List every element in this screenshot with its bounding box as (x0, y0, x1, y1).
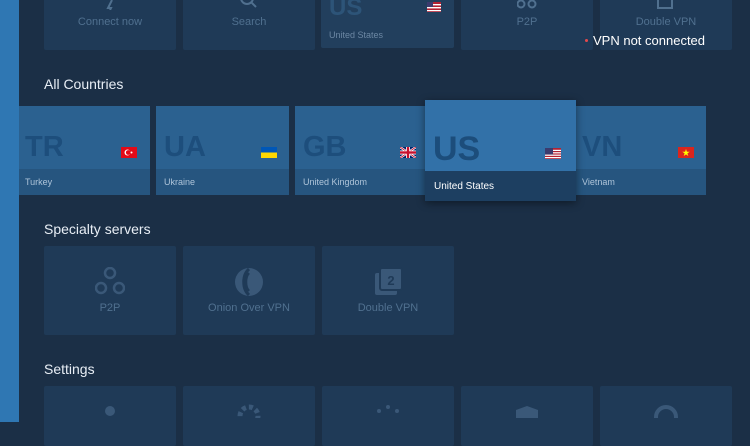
double-vpn-quick-label: Double VPN (635, 16, 697, 28)
country-code: UA (164, 131, 206, 163)
country-code: VN (582, 131, 623, 163)
country-name: Turkey (25, 177, 53, 187)
country-card-united-states[interactable]: US United States (425, 100, 576, 201)
recent-country-name: United States (329, 30, 384, 40)
svg-text:2: 2 (387, 273, 394, 288)
onion-icon (235, 267, 263, 297)
side-panel-edge (0, 0, 19, 422)
specialty-double-vpn-tile[interactable]: 2 Double VPN (322, 246, 454, 335)
search-tile[interactable]: Search (183, 0, 315, 50)
connection-status-text: VPN not connected (593, 33, 706, 48)
support-icon (654, 405, 678, 418)
settings-title: Settings (44, 361, 95, 377)
connect-now-tile[interactable]: Connect now (44, 0, 176, 50)
uk-flag-icon (400, 147, 416, 158)
country-card-ukraine[interactable]: UA Ukraine (156, 106, 289, 195)
p2p-icon (95, 267, 125, 295)
us-flag-icon (545, 148, 561, 159)
country-name: United Kingdom (303, 177, 368, 187)
gear-icon (237, 404, 261, 418)
country-name: United States (434, 181, 495, 192)
specialty-servers-title: Specialty servers (44, 221, 151, 237)
turkey-flag-icon (121, 147, 137, 158)
country-card-vietnam[interactable]: VN Vietnam (576, 106, 706, 195)
recent-country-code: US (329, 0, 363, 21)
all-countries-title: All Countries (44, 76, 124, 92)
p2p-icon (517, 0, 537, 9)
p2p-quick-tile[interactable]: P2P (461, 0, 593, 50)
bolt-icon (106, 0, 113, 10)
country-card-turkey[interactable]: TR Turkey (19, 106, 150, 195)
us-flag-icon (427, 2, 441, 12)
connection-status: VPN not connected (585, 33, 705, 48)
recent-country-tile[interactable]: US United States (321, 0, 454, 48)
p2p-quick-label: P2P (516, 16, 538, 28)
settings-security-tile[interactable] (461, 386, 593, 446)
specialty-onion-tile[interactable]: Onion Over VPN (183, 246, 315, 335)
vietnam-flag-icon (678, 147, 694, 158)
country-card-united-kingdom[interactable]: GB United Kingdom (295, 106, 427, 195)
connect-now-label: Connect now (77, 16, 143, 28)
ukraine-flag-icon (261, 147, 277, 158)
search-icon (240, 0, 257, 8)
search-label: Search (231, 16, 267, 28)
user-icon (105, 406, 115, 416)
country-name: Vietnam (582, 177, 615, 187)
specialty-p2p-tile[interactable]: P2P (44, 246, 176, 335)
settings-support-tile[interactable] (600, 386, 732, 446)
status-dot (585, 39, 588, 42)
country-name: Ukraine (164, 177, 196, 187)
specialty-p2p-label: P2P (99, 302, 121, 314)
settings-general-tile[interactable] (183, 386, 315, 446)
country-code: TR (25, 131, 64, 163)
network-icon (377, 405, 399, 413)
specialty-onion-label: Onion Over VPN (208, 302, 290, 314)
settings-network-tile[interactable] (322, 386, 454, 446)
double-vpn-icon: 2 (375, 267, 403, 295)
double-vpn-icon (657, 0, 673, 9)
specialty-double-vpn-label: Double VPN (357, 302, 419, 314)
country-code: GB (303, 131, 347, 163)
shield-icon (516, 406, 538, 418)
settings-account-tile[interactable] (44, 386, 176, 446)
country-code: US (433, 130, 481, 168)
